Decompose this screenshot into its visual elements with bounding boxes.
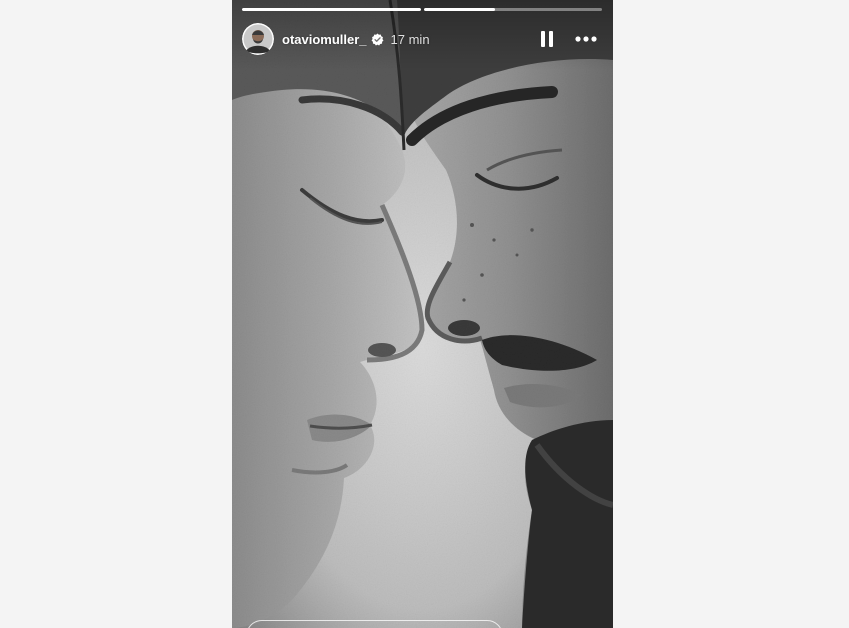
pause-button[interactable] [536, 28, 558, 50]
username[interactable]: otaviomuller_ [282, 32, 367, 47]
more-options-button[interactable] [574, 28, 598, 50]
progress-fill [423, 8, 495, 11]
story-timestamp: 17 min [390, 31, 430, 47]
story-progress-bar [242, 8, 602, 11]
story-viewer[interactable]: otaviomuller_ 17 min [232, 0, 613, 628]
progress-segment [242, 8, 421, 11]
avatar-image [242, 23, 274, 55]
story-header: otaviomuller_ 17 min [242, 22, 604, 56]
page: otaviomuller_ 17 min [0, 0, 849, 628]
progress-fill [242, 8, 421, 11]
avatar[interactable] [242, 23, 274, 55]
reply-input[interactable] [246, 620, 503, 628]
pause-icon [541, 31, 553, 47]
more-options-icon [575, 36, 597, 42]
progress-segment [423, 8, 602, 11]
story-photo [232, 0, 613, 628]
verified-badge-icon [371, 33, 384, 46]
